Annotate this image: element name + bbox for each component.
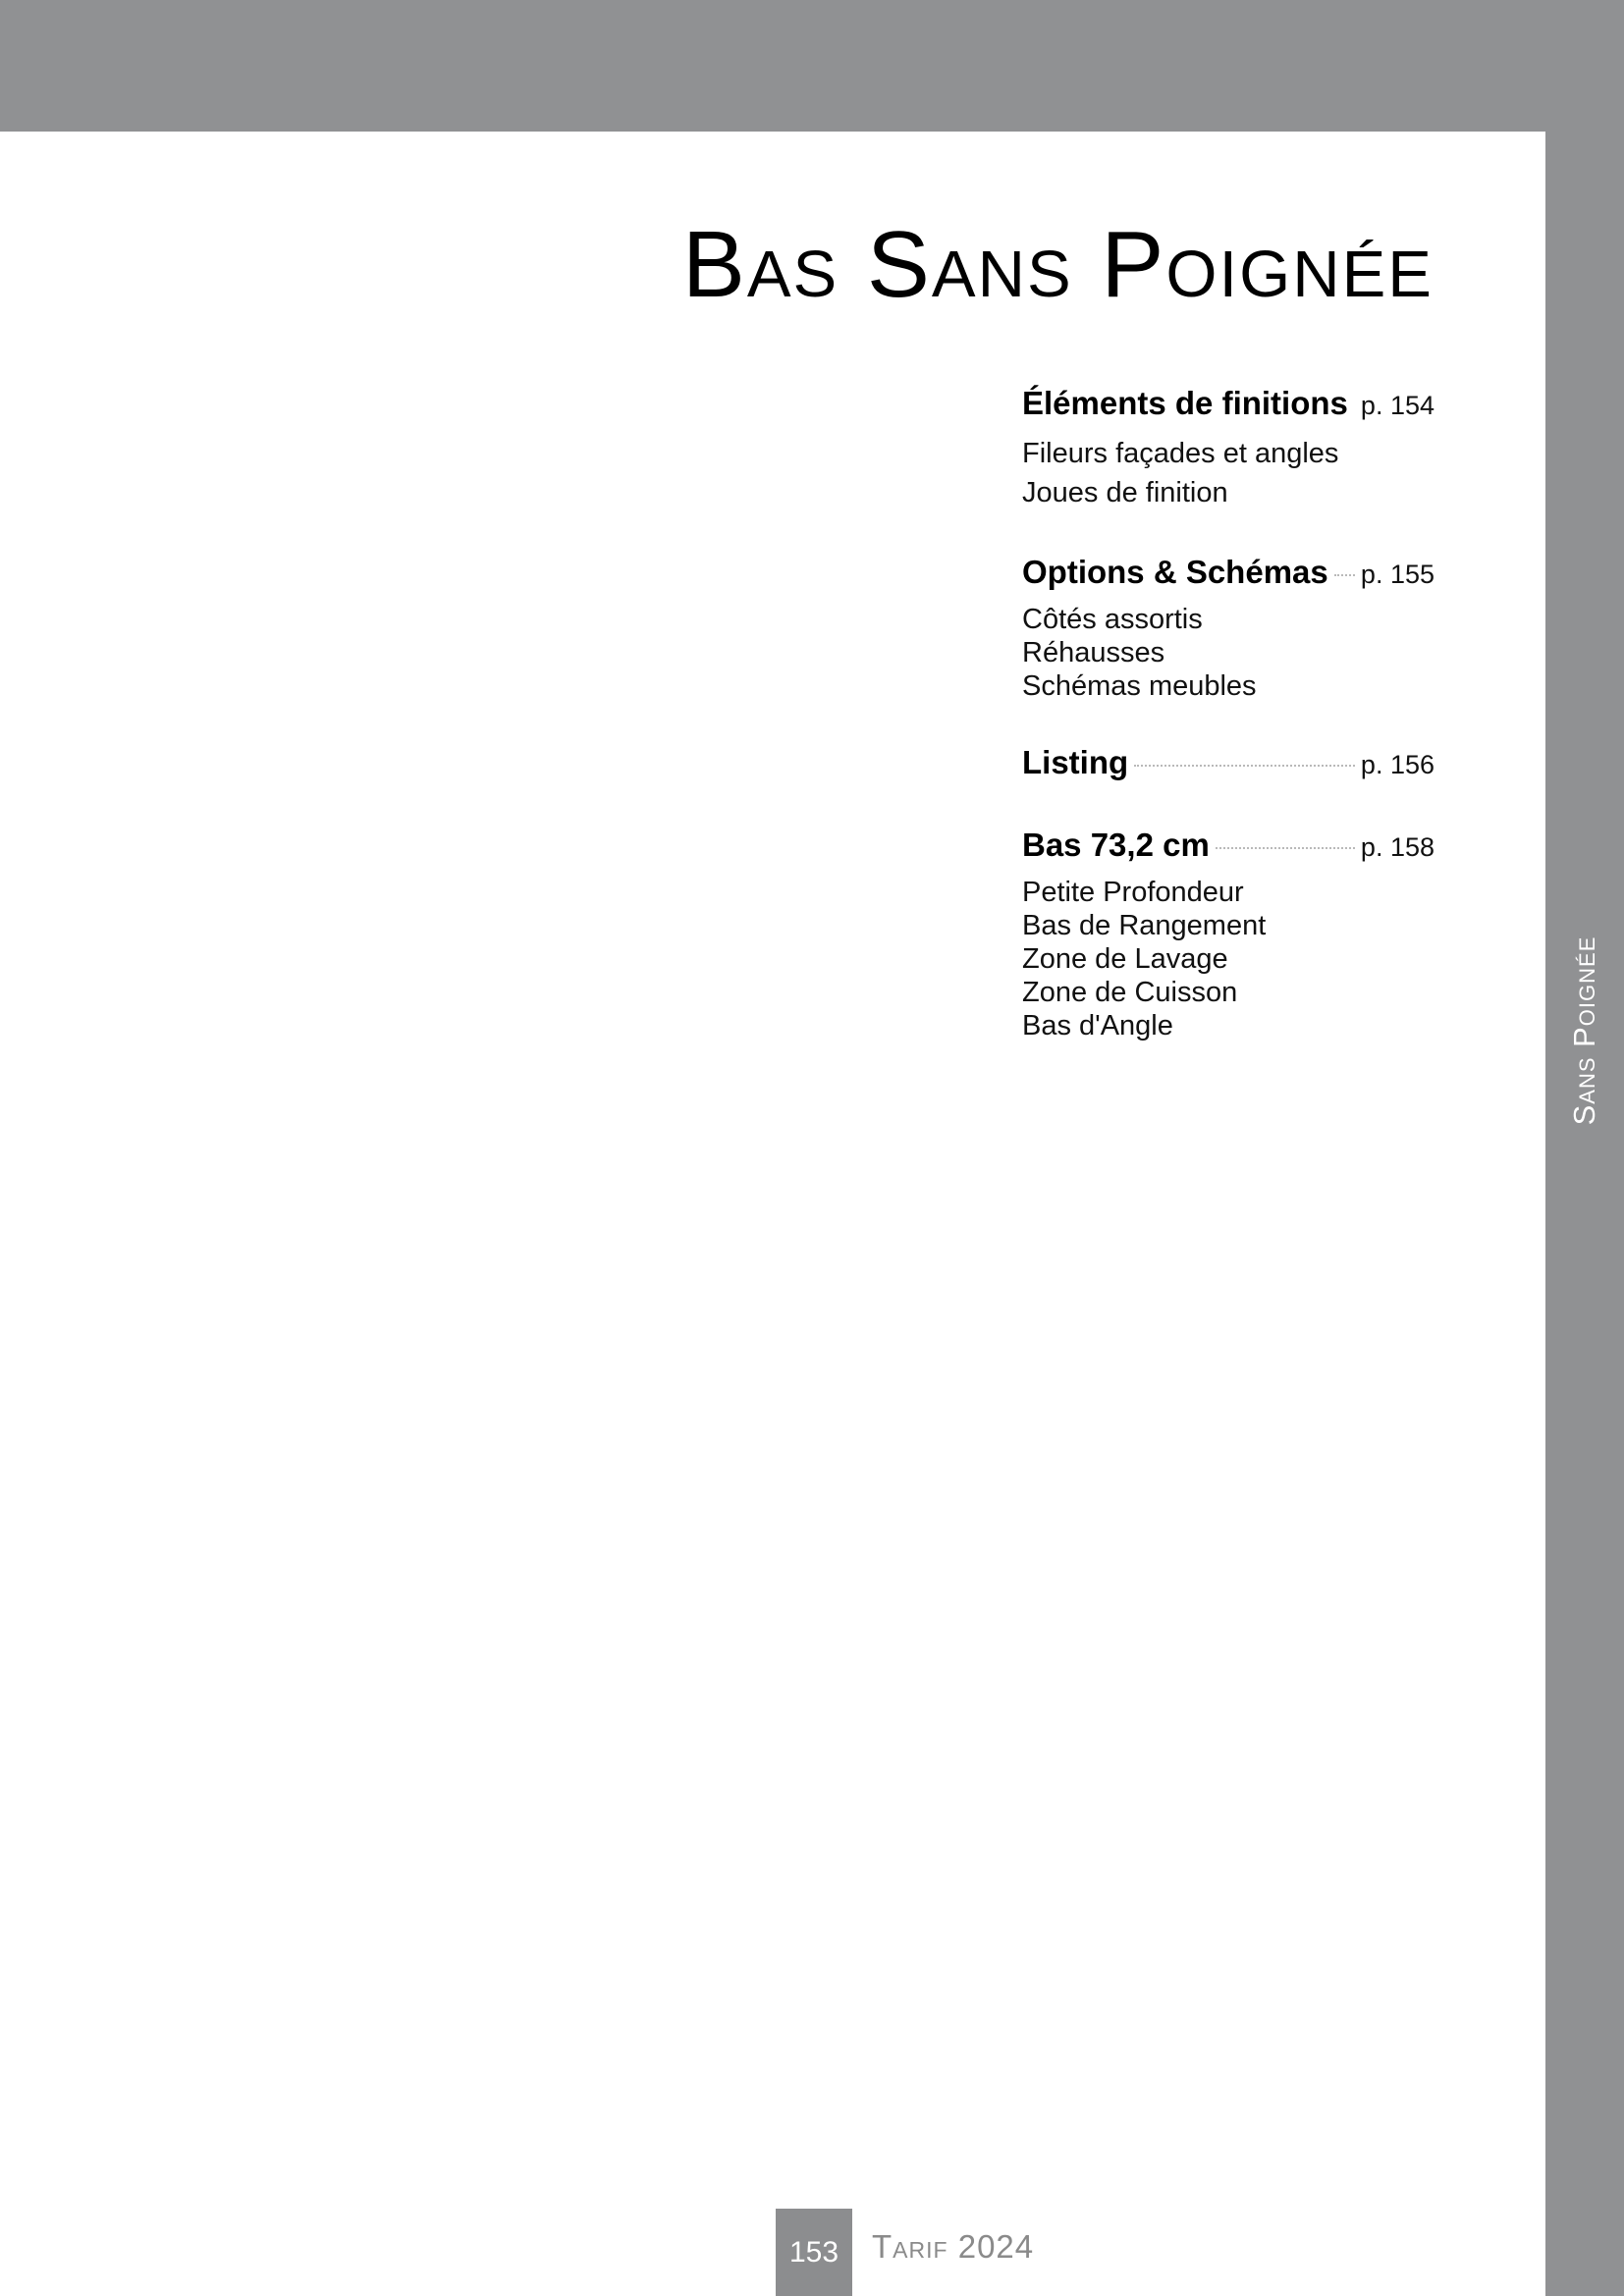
side-band [1545, 0, 1624, 2296]
page-footer: 153 Tarif 2024 [776, 2209, 1034, 2296]
toc-heading-label: Bas 73,2 cm [1022, 827, 1210, 863]
toc-page-ref: p. 155 [1360, 560, 1435, 589]
toc-page-ref: p. 156 [1360, 750, 1435, 779]
toc-item-list: Petite Profondeur Bas de Rangement Zone … [1022, 876, 1435, 1042]
page-title: Bas Sans Poignée [681, 212, 1434, 317]
toc-heading-row[interactable]: Bas 73,2 cm p. 158 [1022, 827, 1435, 876]
toc-heading-row[interactable]: Éléments de finitions p. 154 [1022, 385, 1435, 434]
dot-leader [1215, 847, 1355, 849]
toc-item: Fileurs façades et angles [1022, 438, 1339, 469]
toc-item: Joues de finition [1022, 477, 1228, 508]
side-section-label: Sans Poignée [1567, 935, 1601, 1126]
toc-heading-row[interactable]: Options & Schémas p. 155 [1022, 554, 1435, 603]
toc-heading-label: Listing [1022, 744, 1129, 780]
dot-leader [1354, 405, 1355, 407]
toc-heading-row[interactable]: Listing p. 156 [1022, 744, 1435, 793]
toc-item-list: Côtés assortis Réhausses Schémas meubles [1022, 603, 1435, 703]
dot-leader [1134, 765, 1355, 767]
footer-title: Tarif 2024 [872, 2227, 1035, 2265]
toc-item: Bas de Rangement [1022, 910, 1267, 941]
toc-item-list: Fileurs façades et angles Joues de finit… [1022, 434, 1435, 512]
toc-section-finitions: Éléments de finitions p. 154 Fileurs faç… [1022, 385, 1435, 512]
toc-section-bas: Bas 73,2 cm p. 158 Petite Profondeur Bas… [1022, 827, 1435, 1042]
toc-section-listing: Listing p. 156 [1022, 744, 1435, 793]
toc-item: Bas d'Angle [1022, 1010, 1173, 1041]
table-of-contents: Éléments de finitions p. 154 Fileurs faç… [1022, 385, 1435, 1084]
page-number: 153 [776, 2209, 852, 2296]
toc-item: Zone de Cuisson [1022, 977, 1238, 1008]
toc-heading-label: Éléments de finitions [1022, 385, 1348, 421]
toc-item: Schémas meubles [1022, 670, 1257, 702]
toc-section-options: Options & Schémas p. 155 Côtés assortis … [1022, 554, 1435, 703]
toc-page-ref: p. 158 [1360, 832, 1435, 862]
dot-leader [1333, 574, 1355, 576]
toc-page-ref: p. 154 [1360, 391, 1435, 420]
toc-heading-label: Options & Schémas [1022, 554, 1328, 590]
toc-item: Côtés assortis [1022, 604, 1203, 635]
toc-item: Zone de Lavage [1022, 943, 1228, 975]
toc-item: Petite Profondeur [1022, 877, 1244, 908]
toc-item: Réhausses [1022, 637, 1165, 668]
top-band [0, 0, 1624, 132]
